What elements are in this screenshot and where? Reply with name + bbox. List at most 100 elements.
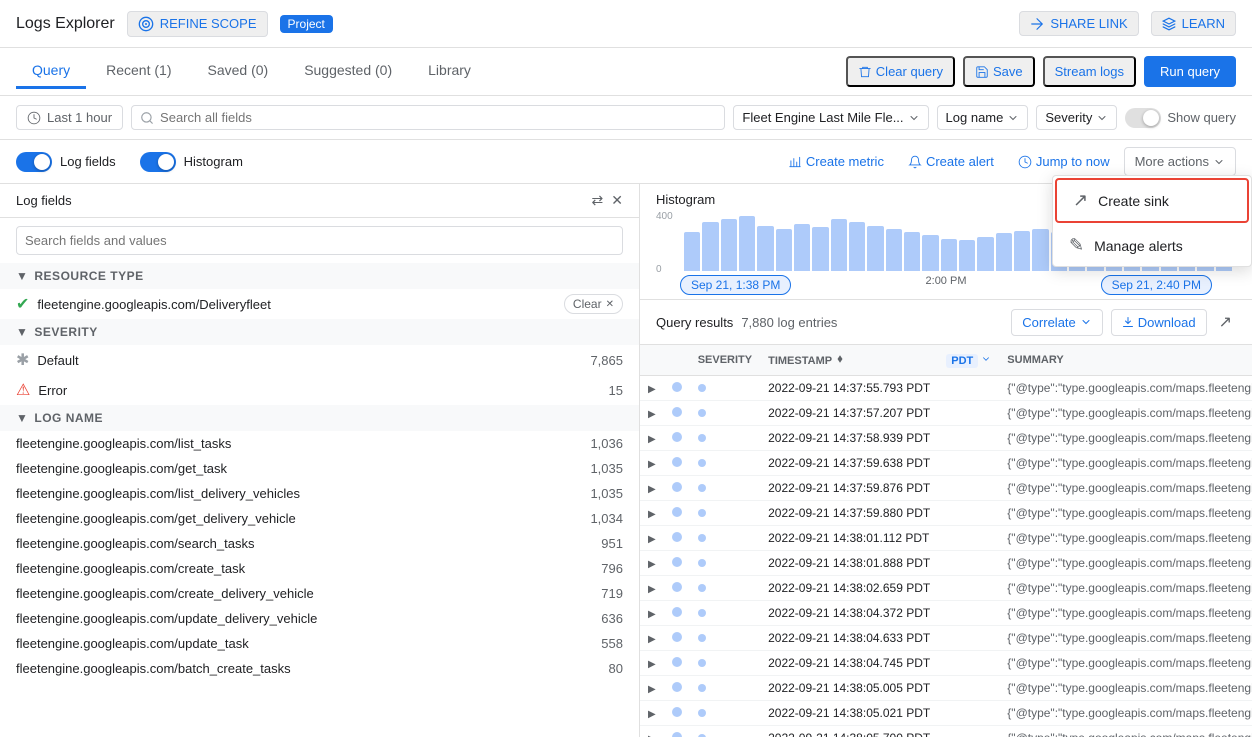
expand-row-icon[interactable]: ▶ xyxy=(648,384,656,395)
manage-alerts-item[interactable]: ✎ Manage alerts xyxy=(1053,225,1251,266)
expand-table-button[interactable]: ↗ xyxy=(1215,308,1236,336)
stream-logs-button[interactable]: Stream logs xyxy=(1043,56,1136,87)
col-timestamp[interactable]: TIMESTAMP xyxy=(760,345,938,376)
histogram-bar xyxy=(922,235,938,271)
histogram-toggle[interactable] xyxy=(140,152,176,172)
table-row[interactable]: ▶ 2022-09-21 14:38:01.112 PDT {"@type":"… xyxy=(640,526,1252,551)
severity-dot xyxy=(672,732,682,737)
resource-filter-dropdown[interactable]: Fleet Engine Last Mile Fle... xyxy=(733,105,928,130)
create-metric-button[interactable]: Create metric xyxy=(778,148,894,175)
table-row[interactable]: ▶ 2022-09-21 14:38:04.633 PDT {"@type":"… xyxy=(640,626,1252,651)
expand-icon[interactable]: ⇄ xyxy=(592,192,604,209)
histogram-knob xyxy=(158,154,174,170)
refine-scope-button[interactable]: REFINE SCOPE xyxy=(127,11,268,37)
log-name-dropdown[interactable]: Log name xyxy=(937,105,1029,130)
severity-dot xyxy=(672,532,682,542)
expand-row-icon[interactable]: ▶ xyxy=(648,409,656,420)
expand-row-icon[interactable]: ▶ xyxy=(648,509,656,520)
run-query-button[interactable]: Run query xyxy=(1144,56,1236,87)
log-name-expand-icon[interactable]: ▼ xyxy=(16,411,28,425)
table-row[interactable]: ▶ 2022-09-21 14:38:05.021 PDT {"@type":"… xyxy=(640,701,1252,726)
timeline-start[interactable]: Sep 21, 1:38 PM xyxy=(680,275,791,295)
resource-type-expand-icon[interactable]: ▼ xyxy=(16,269,28,283)
search-input[interactable] xyxy=(160,110,716,125)
expand-row-icon[interactable]: ▶ xyxy=(648,459,656,470)
pdt-cell xyxy=(938,376,999,401)
severity-dot xyxy=(672,407,682,417)
table-row[interactable]: ▶ 2022-09-21 14:37:55.793 PDT {"@type":"… xyxy=(640,376,1252,401)
severity-dot-2 xyxy=(698,559,706,567)
tab-recent[interactable]: Recent (1) xyxy=(90,54,187,89)
learn-button[interactable]: LEARN xyxy=(1151,11,1236,36)
table-row[interactable]: ▶ 2022-09-21 14:38:01.888 PDT {"@type":"… xyxy=(640,551,1252,576)
severity-dot-2 xyxy=(698,584,706,592)
table-row[interactable]: ▶ 2022-09-21 14:38:05.700 PDT {"@type":"… xyxy=(640,726,1252,737)
summary-cell: {"@type":"type.googleapis.com/maps.fleet… xyxy=(999,501,1252,526)
timeline-end[interactable]: Sep 21, 2:40 PM xyxy=(1101,275,1212,295)
field-search-input[interactable] xyxy=(16,226,623,255)
expand-row-icon[interactable]: ▶ xyxy=(648,709,656,720)
tab-suggested[interactable]: Suggested (0) xyxy=(288,54,408,89)
col-pdt[interactable]: PDT xyxy=(938,345,999,376)
table-row[interactable]: ▶ 2022-09-21 14:38:05.005 PDT {"@type":"… xyxy=(640,676,1252,701)
expand-row-icon[interactable]: ▶ xyxy=(648,559,656,570)
severity-dot xyxy=(672,632,682,642)
severity-expand-icon[interactable]: ▼ xyxy=(16,325,28,339)
log-name-item: fleetengine.googleapis.com/create_task 7… xyxy=(0,556,639,581)
pdt-chevron-icon xyxy=(981,354,991,364)
expand-row-icon[interactable]: ▶ xyxy=(648,484,656,495)
tab-saved[interactable]: Saved (0) xyxy=(191,54,284,89)
timestamp-cell: 2022-09-21 14:38:01.888 PDT xyxy=(760,551,938,576)
log-fields-knob xyxy=(34,154,50,170)
show-query-toggle[interactable] xyxy=(1125,108,1161,128)
time-range-button[interactable]: Last 1 hour xyxy=(16,105,123,130)
table-row[interactable]: ▶ 2022-09-21 14:37:59.638 PDT {"@type":"… xyxy=(640,451,1252,476)
table-row[interactable]: ▶ 2022-09-21 14:37:58.939 PDT {"@type":"… xyxy=(640,426,1252,451)
col-expand xyxy=(640,345,664,376)
create-sink-item[interactable]: ↗ Create sink xyxy=(1055,178,1249,223)
searchbar: Last 1 hour Fleet Engine Last Mile Fle..… xyxy=(0,96,1252,140)
severity-dropdown[interactable]: Severity xyxy=(1036,105,1117,130)
table-row[interactable]: ▶ 2022-09-21 14:38:04.745 PDT {"@type":"… xyxy=(640,651,1252,676)
expand-row-icon[interactable]: ▶ xyxy=(648,534,656,545)
pdt-cell xyxy=(938,476,999,501)
expand-row-icon[interactable]: ▶ xyxy=(648,584,656,595)
table-row[interactable]: ▶ 2022-09-21 14:37:57.207 PDT {"@type":"… xyxy=(640,401,1252,426)
table-row[interactable]: ▶ 2022-09-21 14:38:02.659 PDT {"@type":"… xyxy=(640,576,1252,601)
tab-library[interactable]: Library xyxy=(412,54,487,89)
correlate-button[interactable]: Correlate xyxy=(1011,309,1102,336)
expand-row-icon[interactable]: ▶ xyxy=(648,609,656,620)
share-link-button[interactable]: SHARE LINK xyxy=(1019,11,1138,36)
expand-row-icon[interactable]: ▶ xyxy=(648,634,656,645)
save-button[interactable]: Save xyxy=(963,56,1035,87)
clear-query-button[interactable]: Clear query xyxy=(846,56,955,87)
create-alert-button[interactable]: Create alert xyxy=(898,148,1004,175)
table-row[interactable]: ▶ 2022-09-21 14:38:04.372 PDT {"@type":"… xyxy=(640,601,1252,626)
histogram-toggle-wrap: Histogram xyxy=(140,152,243,172)
download-button[interactable]: Download xyxy=(1111,309,1207,336)
summary-cell: {"@type":"type.googleapis.com/maps.fleet… xyxy=(999,576,1252,601)
histogram-bar xyxy=(812,227,828,271)
expand-row-icon[interactable]: ▶ xyxy=(648,434,656,445)
pdt-cell xyxy=(938,526,999,551)
resource-type-checkmark-icon: ✔ xyxy=(16,294,29,314)
jump-to-now-button[interactable]: Jump to now xyxy=(1008,148,1120,175)
histogram-bar xyxy=(959,240,975,271)
expand-row-icon[interactable]: ▶ xyxy=(648,684,656,695)
severity-dot xyxy=(672,382,682,392)
col-severity[interactable]: SEVERITY xyxy=(690,345,760,376)
log-fields-toggle[interactable] xyxy=(16,152,52,172)
expand-row-icon[interactable]: ▶ xyxy=(648,659,656,670)
more-actions-button[interactable]: More actions xyxy=(1124,147,1236,176)
log-count: 7,880 log entries xyxy=(741,315,837,330)
table-row[interactable]: ▶ 2022-09-21 14:37:59.880 PDT {"@type":"… xyxy=(640,501,1252,526)
close-panel-icon[interactable]: ✕ xyxy=(611,192,623,209)
jump-to-now-icon xyxy=(1018,155,1032,169)
tab-query[interactable]: Query xyxy=(16,54,86,89)
severity-dot-2 xyxy=(698,709,706,717)
search-fields xyxy=(0,218,639,263)
clear-resource-type-button[interactable]: Clear ✕ xyxy=(564,294,623,314)
histogram-bar xyxy=(904,232,920,271)
table-row[interactable]: ▶ 2022-09-21 14:37:59.876 PDT {"@type":"… xyxy=(640,476,1252,501)
severity-dot xyxy=(672,582,682,592)
